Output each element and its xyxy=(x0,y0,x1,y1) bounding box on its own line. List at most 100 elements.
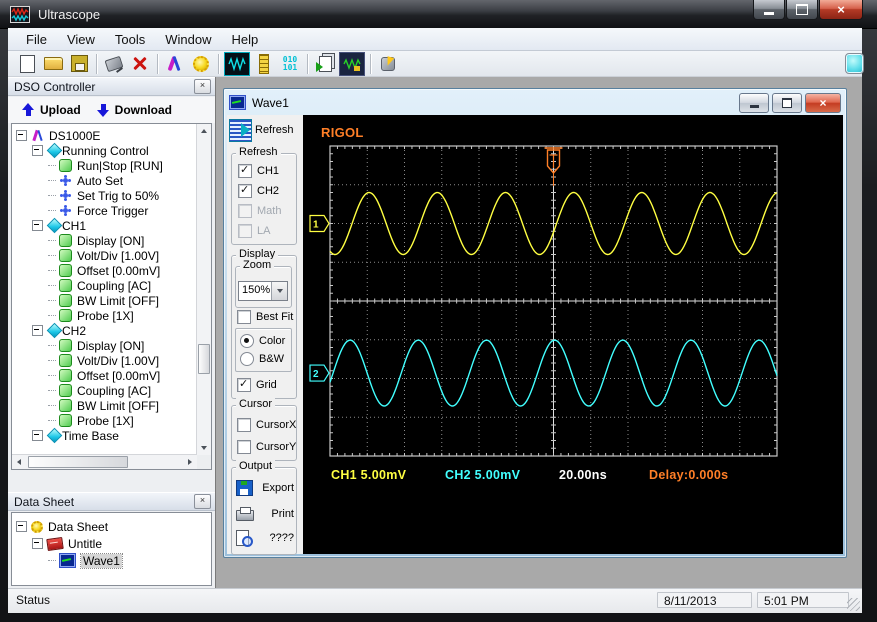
menu-tools[interactable]: Tools xyxy=(105,29,155,50)
binary-data-icon[interactable]: 010 101 xyxy=(278,53,302,75)
green-icon xyxy=(59,279,72,292)
print-preview-button[interactable]: ???? xyxy=(236,530,294,547)
dso-tree-item[interactable]: Probe [1X] xyxy=(12,413,211,428)
cursory-checkbox[interactable]: CursorY xyxy=(237,440,296,454)
data-sheet-panel-close-icon[interactable]: × xyxy=(194,494,211,509)
wave1-close-button[interactable]: × xyxy=(805,93,841,113)
dso-tree-item[interactable]: CH1 xyxy=(12,218,211,233)
ch1-marker[interactable]: 1 xyxy=(309,214,330,233)
checkbox-icon[interactable] xyxy=(237,310,251,324)
settings-icon[interactable] xyxy=(189,53,213,75)
ch2-marker[interactable]: 2 xyxy=(309,364,330,382)
dso-tree-item[interactable]: Display [ON] xyxy=(12,338,211,353)
refresh-channel-math-label: Math xyxy=(257,205,282,217)
refresh-channel-ch1[interactable]: CH1 xyxy=(238,163,279,178)
checkbox-icon[interactable] xyxy=(237,418,251,432)
refresh-channel-ch2[interactable]: CH2 xyxy=(238,183,279,198)
checkbox-icon[interactable] xyxy=(237,440,251,454)
color-radio[interactable]: Color xyxy=(240,334,285,348)
scroll-right-icon[interactable] xyxy=(183,455,197,469)
scroll-down-icon[interactable] xyxy=(197,441,211,455)
vertical-scroll-thumb[interactable] xyxy=(198,344,210,374)
dso-panel-close-icon[interactable]: × xyxy=(194,79,211,94)
copy-pages-icon[interactable] xyxy=(313,53,337,75)
wave1-restore-button[interactable] xyxy=(772,93,802,113)
resize-grip[interactable] xyxy=(847,598,860,611)
minimize-button[interactable] xyxy=(753,0,785,20)
flash-icon[interactable] xyxy=(376,53,400,75)
close-button[interactable]: × xyxy=(819,0,863,20)
blue-icon xyxy=(59,174,72,187)
scroll-up-icon[interactable] xyxy=(197,124,211,138)
menu-view[interactable]: View xyxy=(57,29,105,50)
dso-tree-item[interactable]: Force Trigger xyxy=(12,203,211,218)
print-button[interactable]: Print xyxy=(236,506,294,521)
collapse-expander-icon[interactable] xyxy=(16,521,27,532)
dso-tree-item[interactable]: Run|Stop [RUN] xyxy=(12,158,211,173)
scroll-left-icon[interactable] xyxy=(12,455,26,469)
dso-tree-item[interactable]: BW Limit [OFF] xyxy=(12,398,211,413)
data-sheet-tree-item[interactable]: Data Sheet xyxy=(12,518,211,535)
dso-tree-item[interactable]: Running Control xyxy=(12,143,211,158)
save-file-icon[interactable] xyxy=(67,53,91,75)
green-icon xyxy=(59,264,72,277)
open-file-icon[interactable] xyxy=(41,53,65,75)
export-button[interactable]: Export xyxy=(236,480,294,496)
data-sheet-panel-title: Data Sheet xyxy=(14,494,75,509)
radio-icon[interactable] xyxy=(240,352,254,366)
measure-ruler-icon[interactable] xyxy=(252,53,276,75)
zoom-combobox[interactable]: 150% xyxy=(238,281,288,301)
dso-tree-item[interactable]: Display [ON] xyxy=(12,233,211,248)
download-button[interactable]: Download xyxy=(96,103,172,117)
collapse-expander-icon[interactable] xyxy=(32,538,43,549)
best-fit-checkbox[interactable]: Best Fit xyxy=(237,310,293,324)
tools-icon[interactable] xyxy=(163,53,187,75)
radio-icon[interactable] xyxy=(240,334,254,348)
dso-tree-item[interactable]: Auto Set xyxy=(12,173,211,188)
dso-tree-item[interactable]: Time Base xyxy=(12,428,211,443)
checkbox-icon[interactable] xyxy=(237,377,251,392)
menu-window[interactable]: Window xyxy=(155,29,221,50)
grid-checkbox[interactable]: Grid xyxy=(237,377,277,392)
checkbox-icon[interactable] xyxy=(238,163,252,178)
checkbox-icon[interactable] xyxy=(238,183,252,198)
dso-tree-item[interactable]: Offset [0.00mV] xyxy=(12,263,211,278)
collapse-expander-icon[interactable] xyxy=(32,220,43,231)
dso-tree-item[interactable]: BW Limit [OFF] xyxy=(12,293,211,308)
refresh-button[interactable]: Refresh xyxy=(229,117,301,143)
dso-tree-item[interactable]: Volt/Div [1.00V] xyxy=(12,248,211,263)
maximize-button[interactable] xyxy=(786,0,818,20)
zoom-dropdown-button[interactable] xyxy=(271,282,287,300)
dso-tree-item[interactable]: Offset [0.00mV] xyxy=(12,368,211,383)
connect-icon[interactable] xyxy=(102,53,126,75)
data-sheet-tree-item[interactable]: Untitle xyxy=(12,535,211,552)
dso-tree-item[interactable]: Coupling [AC] xyxy=(12,278,211,293)
connection-led-indicator[interactable] xyxy=(845,53,864,74)
upload-button[interactable]: Upload xyxy=(22,103,81,117)
new-document-icon[interactable] xyxy=(15,53,39,75)
menu-help[interactable]: Help xyxy=(222,29,269,50)
collapse-expander-icon[interactable] xyxy=(16,130,27,141)
dso-tree-item[interactable]: Probe [1X] xyxy=(12,308,211,323)
data-sheet-tree-item[interactable]: Wave1 xyxy=(12,552,211,569)
dso-tree-item[interactable]: DS1000E xyxy=(12,128,211,143)
dso-tree-vertical-scrollbar[interactable] xyxy=(196,124,211,455)
collapse-expander-icon[interactable] xyxy=(32,430,43,441)
chevron-down-icon xyxy=(276,289,283,293)
cursorx-checkbox[interactable]: CursorX xyxy=(237,418,296,432)
dso-tree-item[interactable]: Coupling [AC] xyxy=(12,383,211,398)
scope-display-icon[interactable] xyxy=(224,51,250,76)
bw-radio[interactable]: B&W xyxy=(240,352,284,366)
horizontal-scroll-thumb[interactable] xyxy=(28,456,128,468)
collapse-expander-icon[interactable] xyxy=(32,145,43,156)
menu-file[interactable]: File xyxy=(16,29,57,50)
wave1-control-panel: Refresh Refresh CH1CH2MathLA Display Zoo… xyxy=(227,115,303,555)
collapse-expander-icon[interactable] xyxy=(32,325,43,336)
dso-tree-item[interactable]: CH2 xyxy=(12,323,211,338)
dso-tree-item[interactable]: Volt/Div [1.00V] xyxy=(12,353,211,368)
dso-tree-horizontal-scrollbar[interactable] xyxy=(12,454,197,469)
save-waveform-icon[interactable] xyxy=(339,51,365,76)
disconnect-icon[interactable] xyxy=(128,53,152,75)
dso-tree-item[interactable]: Set Trig to 50% xyxy=(12,188,211,203)
wave1-minimize-button[interactable] xyxy=(739,93,769,113)
